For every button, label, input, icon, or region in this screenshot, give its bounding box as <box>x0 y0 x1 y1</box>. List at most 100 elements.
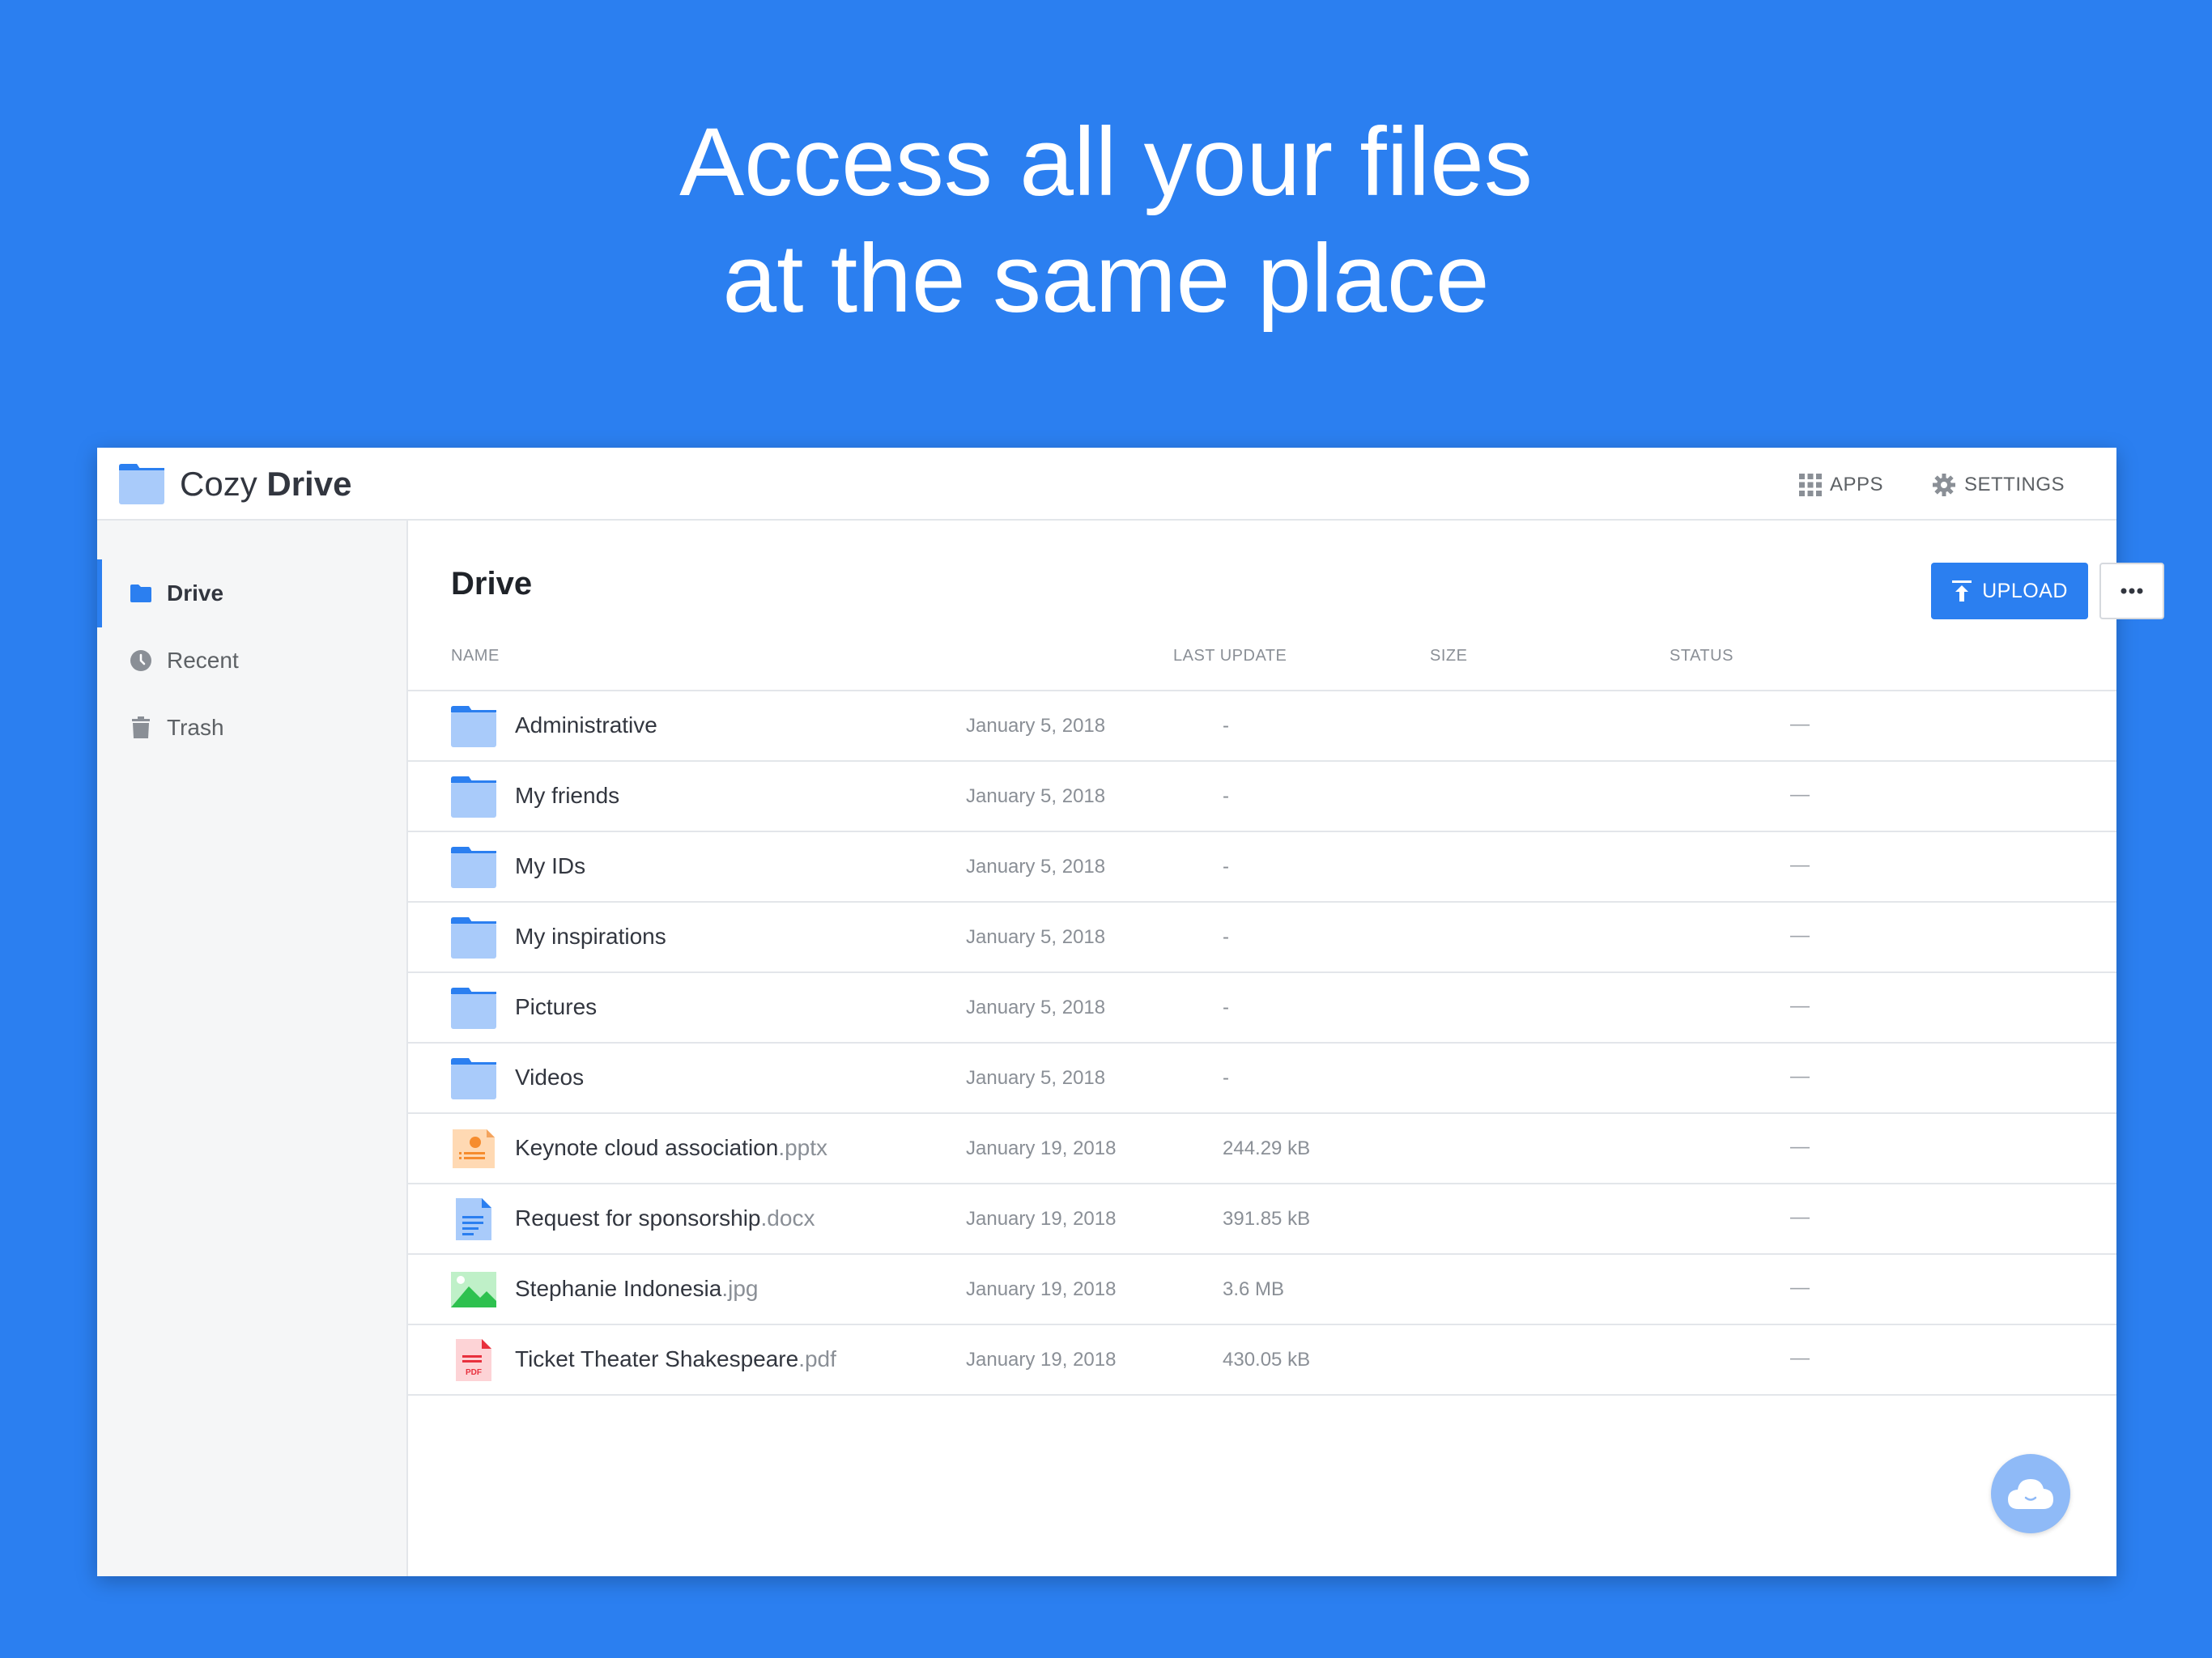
file-last-update: January 5, 2018 <box>966 926 1106 948</box>
file-size: - <box>1223 997 1229 1018</box>
file-size: - <box>1223 856 1229 878</box>
file-name[interactable]: Stephanie Indonesia.jpg <box>515 1276 758 1302</box>
file-last-update: January 19, 2018 <box>966 1349 1117 1371</box>
file-status: — <box>1790 784 1810 806</box>
file-basename: Pictures <box>515 994 598 1019</box>
file-row[interactable]: Keynote cloud association.pptx January 19… <box>408 1114 2116 1184</box>
file-size: - <box>1223 715 1229 737</box>
file-extension: .pptx <box>778 1135 828 1160</box>
file-row[interactable]: Administrative January 5, 2018 - — <box>408 691 2116 762</box>
svg-text:PDF: PDF <box>466 1368 482 1377</box>
file-last-update: January 5, 2018 <box>966 785 1106 807</box>
top-bar: Cozy Drive APPS SETTINGS <box>97 448 2116 521</box>
apps-label: APPS <box>1830 474 1884 495</box>
cozy-drive-logo-icon <box>119 464 164 504</box>
file-row[interactable]: My friends January 5, 2018 - — <box>408 762 2116 832</box>
file-list: Administrative January 5, 2018- — My friend… <box>408 690 2116 1396</box>
upload-button[interactable]: UPLOAD <box>1931 563 2088 619</box>
clock-icon <box>130 650 151 671</box>
file-basename: My friends <box>515 783 620 808</box>
upload-icon <box>1952 580 1972 602</box>
file-status: — <box>1790 1206 1810 1228</box>
document-file-icon <box>451 1198 496 1240</box>
file-basename: Keynote cloud association <box>515 1135 779 1160</box>
file-row[interactable]: My IDs January 5, 2018 - — <box>408 832 2116 903</box>
file-row[interactable]: Request for sponsorship.docx January 19, … <box>408 1184 2116 1255</box>
file-name[interactable]: My IDs <box>515 853 585 879</box>
file-last-update: January 19, 2018 <box>966 1278 1117 1300</box>
file-status: — <box>1790 1347 1810 1369</box>
column-header-size[interactable]: SIZE <box>1430 647 1467 665</box>
file-row[interactable]: PDF Ticket Theater Shakespeare.pdf January… <box>408 1325 2116 1396</box>
pdf-file-icon: PDF <box>451 1339 496 1381</box>
file-name[interactable]: Keynote cloud association.pptx <box>515 1135 827 1161</box>
file-row[interactable]: Pictures January 5, 2018 - — <box>408 973 2116 1044</box>
file-status: — <box>1790 1136 1810 1158</box>
headline-line-2: at the same place <box>722 224 1490 333</box>
file-extension: .docx <box>760 1205 815 1231</box>
file-row[interactable]: Videos January 5, 2018 - — <box>408 1044 2116 1114</box>
file-basename: Ticket Theater Shakespeare <box>515 1346 799 1371</box>
file-size: - <box>1223 1067 1229 1089</box>
file-status: — <box>1790 1065 1810 1087</box>
cozy-cloud-button[interactable] <box>1991 1454 2070 1533</box>
file-extension: .jpg <box>721 1276 759 1301</box>
file-basename: Request for sponsorship <box>515 1205 761 1231</box>
presentation-file-icon <box>451 1128 496 1170</box>
sidebar-item-drive[interactable]: Drive <box>97 559 406 627</box>
folder-icon <box>451 987 496 1029</box>
file-basename: My IDs <box>515 853 586 878</box>
file-last-update: January 5, 2018 <box>966 715 1106 737</box>
marketing-headline: Access all your files at the same place <box>0 104 2212 337</box>
sidebar-item-trash[interactable]: Trash <box>97 694 406 762</box>
sidebar: Drive Recent Trash <box>97 521 408 1576</box>
sidebar-item-label: Drive <box>167 580 224 606</box>
cloud-icon <box>2008 1479 2053 1509</box>
file-name[interactable]: Pictures <box>515 994 597 1020</box>
file-basename: My inspirations <box>515 924 666 949</box>
file-name[interactable]: Administrative <box>515 712 657 738</box>
more-options-button[interactable] <box>2099 563 2164 619</box>
folder-icon <box>451 705 496 747</box>
trash-icon <box>132 716 150 738</box>
folder-icon <box>451 916 496 959</box>
file-status: — <box>1790 854 1810 876</box>
sidebar-item-label: Recent <box>167 648 239 673</box>
file-basename: Administrative <box>515 712 657 738</box>
more-dots-icon <box>2121 588 2143 594</box>
column-header-name[interactable]: NAME <box>451 647 500 665</box>
folder-icon <box>451 1057 496 1099</box>
file-name[interactable]: Request for sponsorship.docx <box>515 1205 815 1231</box>
folder-icon <box>130 585 151 602</box>
file-last-update: January 19, 2018 <box>966 1137 1117 1159</box>
file-last-update: January 19, 2018 <box>966 1208 1117 1230</box>
file-row[interactable]: My inspirations January 5, 2018 - — <box>408 903 2116 973</box>
file-status: — <box>1790 995 1810 1017</box>
file-size: - <box>1223 926 1229 948</box>
column-header-status[interactable]: STATUS <box>1670 647 1733 665</box>
file-name[interactable]: My inspirations <box>515 924 666 950</box>
file-size: 244.29 kB <box>1223 1137 1311 1159</box>
file-status: — <box>1790 1277 1810 1299</box>
page-title: Drive <box>451 566 533 602</box>
file-status: — <box>1790 925 1810 946</box>
file-basename: Stephanie Indonesia <box>515 1276 722 1301</box>
sidebar-item-recent[interactable]: Recent <box>97 627 406 695</box>
file-last-update: January 5, 2018 <box>966 856 1106 878</box>
headline-line-1: Access all your files <box>679 108 1533 216</box>
app-brand[interactable]: Cozy Drive <box>180 462 351 506</box>
file-name[interactable]: My friends <box>515 783 619 809</box>
folder-icon <box>451 846 496 888</box>
file-row[interactable]: Stephanie Indonesia.jpg January 19, 2018 3… <box>408 1255 2116 1325</box>
settings-label: SETTINGS <box>1964 474 2065 495</box>
sidebar-item-label: Trash <box>167 715 224 740</box>
upload-label: UPLOAD <box>1982 579 2068 602</box>
file-name[interactable]: Ticket Theater Shakespeare.pdf <box>515 1346 836 1372</box>
file-size: - <box>1223 785 1229 807</box>
file-name[interactable]: Videos <box>515 1065 584 1090</box>
settings-button[interactable]: SETTINGS <box>1932 469 2065 501</box>
file-size: 430.05 kB <box>1223 1349 1311 1371</box>
file-basename: Videos <box>515 1065 585 1090</box>
apps-button[interactable]: APPS <box>1799 469 1883 501</box>
column-header-last-update[interactable]: LAST UPDATE <box>1173 647 1287 665</box>
